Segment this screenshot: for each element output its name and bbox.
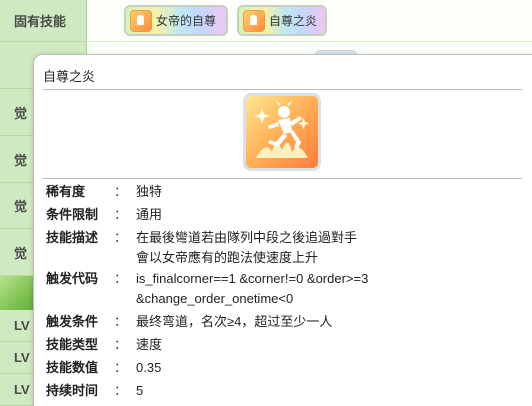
field-colon: ： <box>114 207 128 222</box>
field-value: 最终弯道，名次≥4，超过至少一人 <box>136 314 333 329</box>
field-label: 触发代码 <box>46 271 99 286</box>
tooltip-divider <box>43 178 522 179</box>
awaken-label-text: 觉 <box>14 152 28 168</box>
awaken-label-text: 觉 <box>14 245 28 261</box>
field-value: 5 <box>136 383 144 398</box>
field-value: 在最後彎道若由隊列中段之後追過對手 會以女帝應有的跑法使速度上升 <box>136 230 358 265</box>
field-colon: ： <box>114 184 128 199</box>
field-label: 持续时间 <box>46 383 99 398</box>
field-colon: ： <box>114 337 128 352</box>
tooltip-divider <box>43 89 522 90</box>
skill-chip-label: 自尊之炎 <box>269 14 318 28</box>
field-colon: ： <box>114 271 128 286</box>
field-value: 速度 <box>136 337 163 352</box>
tooltip-title: 自尊之炎 <box>43 69 96 84</box>
field-colon: ： <box>114 383 128 398</box>
skill-chip-pride-flame[interactable]: 自尊之炎 <box>237 5 327 36</box>
skill-flame-icon <box>243 93 321 171</box>
skill-tooltip: 自尊之炎 稀有度 ： 独特 条件限制 ： 通用 技能描述 ： 在最後彎道若由隊列… <box>33 54 532 406</box>
field-value: is_finalcorner==1 &corner!=0 &order>=3 &… <box>136 271 369 306</box>
field-colon: ： <box>114 314 128 329</box>
field-value: 0.35 <box>136 360 162 375</box>
field-label: 触发条件 <box>46 314 99 329</box>
skill-icon <box>130 9 152 32</box>
field-label: 技能数值 <box>46 360 99 375</box>
field-colon: ： <box>114 360 128 375</box>
lv-label-text: LV <box>14 350 30 365</box>
field-label: 稀有度 <box>46 184 86 199</box>
inherent-skill-label: 固有技能 <box>0 0 87 42</box>
field-value: 独特 <box>136 184 163 199</box>
awaken-label-text: 觉 <box>14 105 28 121</box>
awaken-label-text: 觉 <box>14 199 28 214</box>
skill-chip-label: 女帝的自尊 <box>156 14 217 28</box>
skill-icon <box>243 9 265 32</box>
field-label: 技能类型 <box>46 337 99 352</box>
field-value: 通用 <box>136 207 163 222</box>
lv-label-text: LV <box>14 318 30 333</box>
field-label: 条件限制 <box>46 207 99 222</box>
field-colon: ： <box>114 230 128 245</box>
inherent-skill-label-text: 固有技能 <box>14 14 67 29</box>
skill-chip-empress-pride[interactable]: 女帝的自尊 <box>124 5 228 36</box>
runner-figure-icon <box>254 101 309 158</box>
lv-label-text: LV <box>14 382 30 397</box>
field-label: 技能描述 <box>46 230 99 245</box>
